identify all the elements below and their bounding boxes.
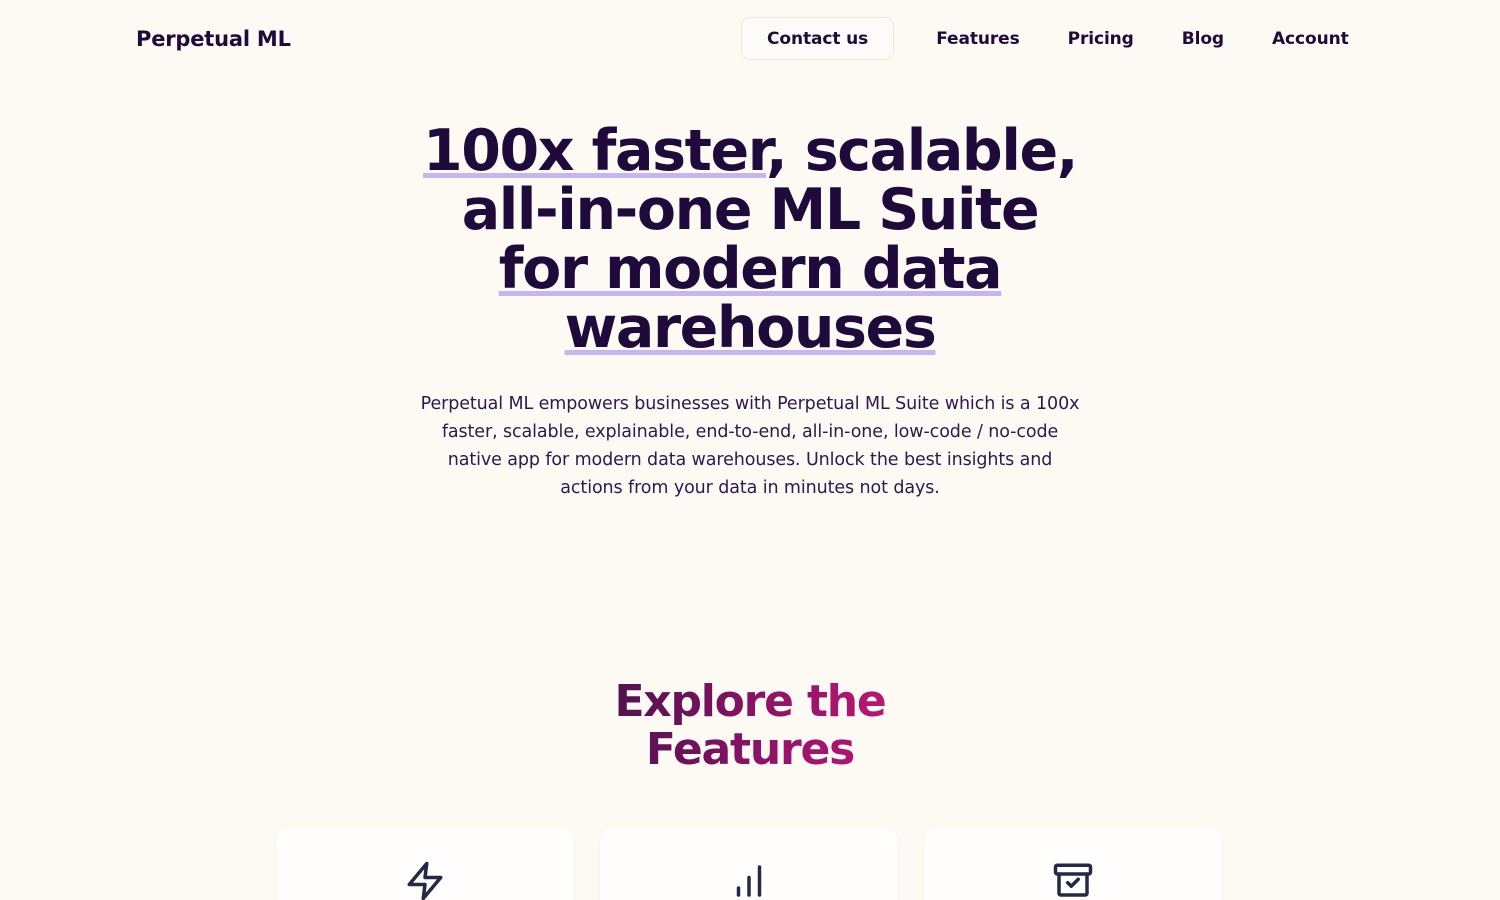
hero-title-highlight-2: for modern data warehouses [498, 236, 1003, 361]
nav-item-pricing[interactable]: Pricing [1068, 17, 1134, 60]
features-section-header: Explore the Features [0, 678, 1500, 774]
feature-card-performance[interactable] [276, 828, 574, 900]
hero-title-highlight-1: 100x faster [423, 118, 767, 184]
nav-item-features[interactable]: Features [936, 17, 1019, 60]
feature-card-governance[interactable] [924, 828, 1222, 900]
contact-us-button[interactable]: Contact us [741, 17, 895, 60]
archive-check-icon [1052, 860, 1094, 900]
site-logo[interactable]: Perpetual ML [136, 27, 291, 51]
hero-section: 100x faster, scalable, all-in-one ML Sui… [0, 122, 1500, 502]
site-header: Perpetual ML Contact us Features Pricing… [0, 0, 1500, 78]
main-navigation: Contact us Features Pricing Blog Account [741, 17, 1349, 60]
bar-chart-icon [728, 860, 770, 900]
features-heading: Explore the Features [585, 678, 915, 774]
feature-card-analytics[interactable] [600, 828, 898, 900]
nav-item-blog[interactable]: Blog [1182, 17, 1224, 60]
nav-item-account[interactable]: Account [1272, 17, 1349, 60]
zap-icon [404, 860, 446, 900]
page-title: 100x faster, scalable, all-in-one ML Sui… [420, 122, 1080, 358]
feature-card-list [276, 828, 1224, 900]
hero-subtitle: Perpetual ML empowers businesses with Pe… [420, 394, 1080, 498]
